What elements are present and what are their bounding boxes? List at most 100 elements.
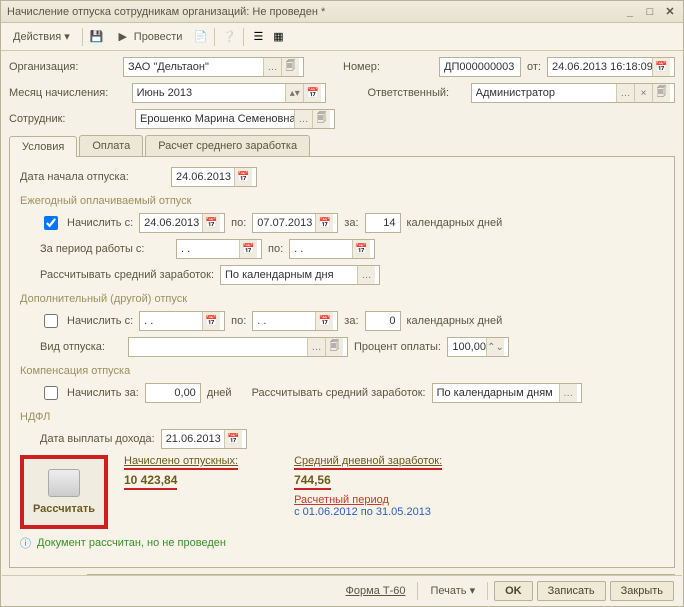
accrue-checkbox[interactable] [44, 216, 58, 230]
period-value[interactable]: с 01.06.2012 по 31.05.2013 [294, 506, 431, 518]
calendar-icon[interactable]: 📅 [202, 312, 220, 330]
spinner-icon[interactable]: ⌃⌄ [486, 338, 504, 356]
open-icon[interactable]: 🗐 [325, 338, 343, 356]
help-icon[interactable]: ❔ [221, 29, 237, 45]
days-field[interactable]: 14 [365, 213, 401, 233]
emp-field[interactable]: Ерошенко Марина Семеновна … 🗐 [135, 109, 335, 129]
tab-conditions[interactable]: Условия [9, 136, 77, 157]
annual-section-title: Ежегодный оплачиваемый отпуск [20, 195, 664, 207]
window-title: Начисление отпуска сотрудникам организац… [7, 6, 325, 18]
calendar-icon[interactable]: 📅 [652, 58, 670, 76]
comp-checkbox[interactable] [44, 386, 58, 400]
list-icon[interactable]: ☰ [250, 29, 266, 45]
work-from-field[interactable]: . .📅 [176, 239, 262, 259]
ellipsis-icon[interactable]: … [263, 58, 281, 76]
extra-section-title: Дополнительный (другой) отпуск [20, 293, 664, 305]
emp-label: Сотрудник: [9, 113, 129, 125]
clear-icon[interactable]: × [634, 84, 652, 102]
toolbar: Действия ▾ 💾 ▶ Провести 📄 ❔ ☰ ▦ [1, 23, 683, 51]
print-menu[interactable]: Печать ▾ [424, 584, 481, 597]
calendar-icon[interactable]: 📅 [239, 240, 257, 258]
accrue-to-field[interactable]: 07.07.2013📅 [252, 213, 338, 233]
minimize-button[interactable]: _ [623, 5, 637, 19]
org-field[interactable]: ЗАО "Дельтаон" … 🗐 [123, 57, 304, 77]
work-period-label: За период работы с: [40, 243, 170, 255]
footer: Форма Т-60 Печать ▾ OK Записать Закрыть [2, 575, 682, 605]
to2-label: по: [268, 243, 283, 255]
doc-icon[interactable]: 📄 [192, 29, 208, 45]
save-icon[interactable]: 💾 [89, 29, 105, 45]
accrued-value: 10 423,84 [124, 473, 177, 487]
month-label: Месяц начисления: [9, 87, 126, 99]
maximize-button[interactable]: □ [643, 5, 657, 19]
calculate-label: Рассчитать [33, 503, 95, 515]
tabs: Условия Оплата Расчет среднего заработка [9, 135, 675, 157]
tab-body: Дата начала отпуска: 24.06.2013 📅 Ежегод… [9, 157, 675, 568]
calendar-icon[interactable]: 📅 [315, 312, 333, 330]
grid-icon[interactable]: ▦ [270, 29, 286, 45]
tab-payment[interactable]: Оплата [79, 135, 143, 156]
ellipsis-icon[interactable]: … [357, 266, 375, 284]
avg-calc-label: Рассчитывать средний заработок: [40, 269, 214, 281]
calendar-icon[interactable]: 📅 [315, 214, 333, 232]
open-icon[interactable]: 🗐 [652, 84, 670, 102]
save-button[interactable]: Записать [537, 581, 606, 601]
month-field[interactable]: Июнь 2013 ▴▾ 📅 [132, 83, 327, 103]
extra-accrue-checkbox[interactable] [44, 314, 58, 328]
ellipsis-icon[interactable]: … [559, 384, 577, 402]
open-icon[interactable]: 🗐 [312, 110, 330, 128]
avg-mode-field[interactable]: По календарным дня… [220, 265, 380, 285]
ndfl-section-title: НДФЛ [20, 411, 664, 423]
form-t60-link[interactable]: Форма Т-60 [340, 585, 412, 597]
leave-type-field[interactable]: …🗐 [128, 337, 348, 357]
actions-menu[interactable]: Действия ▾ [7, 28, 76, 45]
chevron-up-down-icon[interactable]: ▴▾ [285, 84, 303, 102]
ellipsis-icon[interactable]: … [294, 110, 312, 128]
ellipsis-icon[interactable]: … [307, 338, 325, 356]
period-label[interactable]: Расчетный период [294, 494, 389, 506]
ellipsis-icon[interactable]: … [616, 84, 634, 102]
leave-type-label: Вид отпуска: [40, 341, 122, 353]
run-button[interactable]: ▶ Провести [109, 27, 189, 47]
from-label: от: [527, 61, 541, 73]
org-label: Организация: [9, 61, 117, 73]
start-date-label: Дата начала отпуска: [20, 171, 165, 183]
comp-for-label: Начислить за: [67, 387, 139, 399]
extra-days-field[interactable]: 0 [365, 311, 401, 331]
run-icon: ▶ [115, 29, 131, 45]
avg-day-label: Средний дневной заработок: [294, 455, 442, 467]
close-button-footer[interactable]: Закрыть [610, 581, 674, 601]
extra-to-field[interactable]: . .📅 [252, 311, 338, 331]
calculate-button[interactable]: Рассчитать [20, 455, 108, 529]
pay-date-label: Дата выплаты дохода: [40, 433, 155, 445]
calendar-icon[interactable]: 📅 [202, 214, 220, 232]
close-button[interactable]: ✕ [663, 5, 677, 19]
run-label: Провести [134, 31, 183, 43]
calendar-icon[interactable]: 📅 [303, 84, 321, 102]
tab-avg-calc[interactable]: Расчет среднего заработка [145, 135, 310, 156]
status-text: Документ рассчитан, но не проведен [37, 537, 226, 549]
start-date-field[interactable]: 24.06.2013 📅 [171, 167, 257, 187]
ok-button[interactable]: OK [494, 581, 533, 601]
calendar-icon[interactable]: 📅 [224, 430, 242, 448]
accrue-from-field[interactable]: 24.06.2013📅 [139, 213, 225, 233]
calendar-icon[interactable]: 📅 [352, 240, 370, 258]
resp-field[interactable]: Администратор … × 🗐 [471, 83, 675, 103]
extra-from-field[interactable]: . .📅 [139, 311, 225, 331]
num-field[interactable]: ДП000000003 [439, 57, 521, 77]
open-icon[interactable]: 🗐 [281, 58, 299, 76]
for-label: за: [344, 217, 358, 229]
extra-accrue-label: Начислить с: [67, 315, 133, 327]
pay-date-field[interactable]: 21.06.2013📅 [161, 429, 247, 449]
comp-mode-field[interactable]: По календарным дням… [432, 383, 582, 403]
comp-days-field[interactable]: 0,00 [145, 383, 201, 403]
from-field[interactable]: 24.06.2013 16:18:09 📅 [547, 57, 675, 77]
pay-pct-field[interactable]: 100,00⌃⌄ [447, 337, 509, 357]
comp-section-title: Компенсация отпуска [20, 365, 664, 377]
calendar-icon[interactable]: 📅 [234, 168, 252, 186]
comp-avg-label: Рассчитывать средний заработок: [252, 387, 426, 399]
calculator-icon [48, 469, 80, 497]
work-to-field[interactable]: . .📅 [289, 239, 375, 259]
resp-label: Ответственный: [367, 87, 464, 99]
accrue-from-label: Начислить с: [67, 217, 133, 229]
